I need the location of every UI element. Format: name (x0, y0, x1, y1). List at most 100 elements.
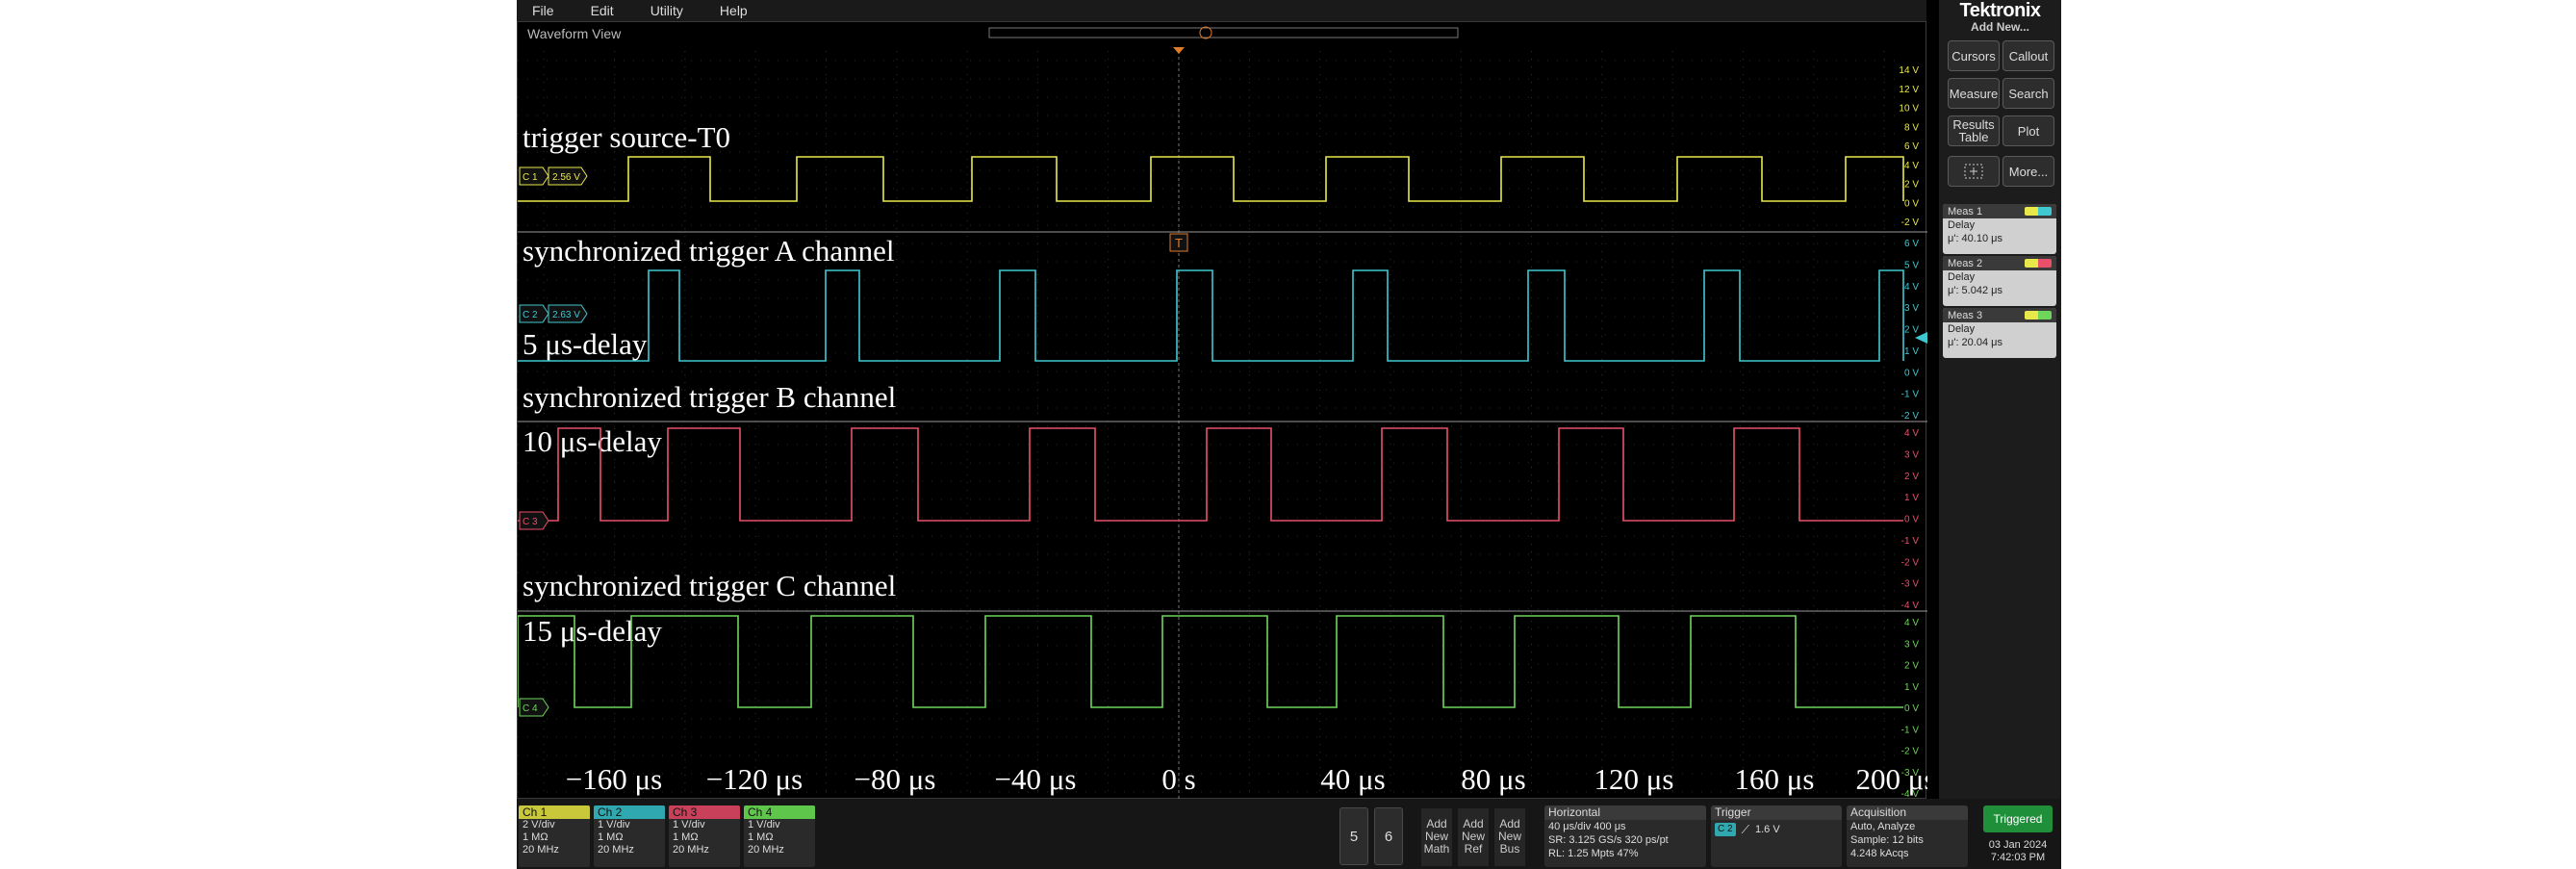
horizontal-title: Horizontal (1544, 805, 1706, 820)
ch4-title: Ch 4 (744, 805, 815, 819)
cursors-button[interactable]: Cursors (1948, 40, 2000, 71)
right-sidebar: Tektronix Add New... Cursors Callout Mea… (1939, 0, 2061, 869)
meas-1-badge[interactable]: Meas 1 Delay μ': 40.10 μs (1943, 204, 2056, 254)
ch1-bandwidth: 20 MHz (523, 844, 559, 856)
date-text: 03 Jan 2024 (1988, 839, 2048, 851)
acquisition-line-3: 4.248 kAcqs (1850, 848, 1909, 859)
record-overview-bar (988, 27, 1459, 38)
meas-2-badge[interactable]: Meas 2 Delay μ': 5.042 μs (1943, 256, 2056, 306)
horizontal-line-3: RL: 1.25 Mpts 47% (1548, 848, 1639, 859)
meas-2-title: Meas 2 (1948, 257, 1983, 269)
ch3-title: Ch 3 (669, 805, 740, 819)
ch3-impedance: 1 MΩ (673, 831, 699, 843)
horizontal-line-2: SR: 3.125 GS/s 320 ps/pt (1548, 834, 1669, 846)
scale-label-ch4: 3 V (1904, 639, 1919, 650)
bottom-settings-bar: Ch 1 2 V/div 1 MΩ 20 MHz Ch 2 1 V/div 1 … (517, 799, 2061, 869)
triggered-status: Triggered (1983, 805, 2053, 832)
plot-button[interactable]: Plot (2002, 115, 2054, 146)
scale-label-ch2: -1 V (1901, 390, 1920, 400)
ch4-vdiv: 1 V/div (748, 819, 780, 831)
scale-label-ch1: 10 V (1899, 104, 1919, 115)
time-tick-label: −40 μs (995, 762, 1077, 796)
meas-3-badge[interactable]: Meas 3 Delay μ': 20.04 μs (1943, 308, 2056, 358)
scale-label-ch4: -1 V (1901, 725, 1920, 735)
channel-marker-text-ch2: C 2 (523, 310, 538, 320)
scale-label-ch3: 0 V (1904, 515, 1919, 525)
ch2-impedance: 1 MΩ (598, 831, 624, 843)
menu-help[interactable]: Help (720, 3, 748, 18)
menu-bar: File Edit Utility Help (517, 0, 1926, 21)
datetime-display: 03 Jan 2024 7:42:03 PM (1983, 839, 2053, 864)
ch2-bandwidth: 20 MHz (598, 844, 634, 856)
scale-label-ch3: 2 V (1904, 472, 1919, 482)
scale-label-ch1: 4 V (1904, 161, 1919, 171)
panel-label-ch1: trigger source-T0 (523, 120, 730, 154)
ch6-button[interactable]: 6 (1374, 807, 1403, 865)
ch4-impedance: 1 MΩ (748, 831, 774, 843)
ch5-button[interactable]: 5 (1339, 807, 1368, 865)
scale-label-ch3: 3 V (1904, 449, 1919, 460)
measure-button[interactable]: Measure (1948, 78, 2000, 109)
channel-marker-text-ch4: C 4 (523, 703, 538, 714)
trigger-source-icon: C 2 (1715, 823, 1736, 836)
acquisition-line-1: Auto, Analyze (1850, 821, 1916, 832)
time-tick-label: −80 μs (854, 762, 936, 796)
menu-file[interactable]: File (532, 3, 554, 18)
time-tick-label: 0 s (1161, 762, 1195, 796)
add-new-math-button[interactable]: Add New Math (1421, 808, 1452, 866)
ch2-title: Ch 2 (594, 805, 665, 819)
oscilloscope-window: File Edit Utility Help Waveform View tri… (517, 0, 2061, 869)
scale-label-ch4: 1 V (1904, 682, 1919, 693)
scale-label-ch2: 2 V (1904, 325, 1919, 336)
waveform-view[interactable]: Waveform View trigger source-T0 C 1 2.56 V… (517, 21, 1927, 800)
ch4-badge[interactable]: Ch 4 1 V/div 1 MΩ 20 MHz (744, 805, 815, 867)
ch3-badge[interactable]: Ch 3 1 V/div 1 MΩ 20 MHz (669, 805, 740, 867)
scale-label-ch2: -2 V (1901, 411, 1920, 422)
acquisition-line-2: Sample: 12 bits (1850, 834, 1924, 846)
menu-edit[interactable]: Edit (591, 3, 614, 18)
zoom-box-button[interactable] (1948, 156, 2000, 187)
ch1-vdiv: 2 V/div (523, 819, 555, 831)
results-table-button[interactable]: Results Table (1948, 115, 2000, 146)
callout-button[interactable]: Callout (2002, 40, 2054, 71)
panel-sublabel-ch2: 5 μs-delay (523, 327, 648, 361)
ch2-vdiv: 1 V/div (598, 819, 630, 831)
scale-label-ch2: 4 V (1904, 282, 1919, 293)
horizontal-badge[interactable]: Horizontal 40 μs/div 400 μs SR: 3.125 GS… (1544, 805, 1706, 867)
channel-marker-text-ch3: C 3 (523, 517, 538, 527)
time-tick-label: −160 μs (566, 762, 662, 796)
scale-label-ch4: 0 V (1904, 703, 1919, 714)
add-new-bus-button[interactable]: Add New Bus (1494, 808, 1525, 866)
scale-label-ch4: -2 V (1901, 747, 1920, 757)
waveform-plot[interactable]: trigger source-T0 C 1 2.56 V 14 V 12 V 10 V 8 … (518, 22, 1927, 800)
search-button[interactable]: Search (2002, 78, 2054, 109)
more-button[interactable]: More... (2002, 156, 2054, 187)
ch1-badge[interactable]: Ch 1 2 V/div 1 MΩ 20 MHz (519, 805, 590, 867)
trigger-badge[interactable]: Trigger C 2 ⟋ 1.6 V (1711, 805, 1842, 867)
overview-trigger-icon (1199, 26, 1212, 39)
ch1-impedance: 1 MΩ (523, 831, 548, 843)
time-tick-label: 40 μs (1320, 762, 1385, 796)
ch3-vdiv: 1 V/div (673, 819, 705, 831)
panel-label-ch3: synchronized trigger B channel (523, 380, 896, 414)
menu-utility[interactable]: Utility (650, 3, 683, 18)
scale-label-ch2: 6 V (1904, 239, 1919, 249)
time-tick-label: 200 μs (1856, 762, 1927, 796)
scale-label-ch1: 2 V (1904, 180, 1919, 191)
scale-label-ch3: 4 V (1904, 428, 1919, 439)
meas-2-value: μ': 5.042 μs (1948, 285, 2002, 296)
acquisition-badge[interactable]: Acquisition Auto, Analyze Sample: 12 bit… (1847, 805, 1968, 867)
horizontal-line-1: 40 μs/div 400 μs (1548, 821, 1626, 832)
waveform-ch1 (518, 156, 1904, 202)
scale-label-ch1: 0 V (1904, 198, 1919, 209)
meas-3-source-icon (2025, 311, 2052, 319)
add-new-ref-button[interactable]: Add New Ref (1458, 808, 1489, 866)
scale-label-ch2: 5 V (1904, 260, 1919, 270)
trigger-title: Trigger (1711, 805, 1842, 820)
ch2-badge[interactable]: Ch 2 1 V/div 1 MΩ 20 MHz (594, 805, 665, 867)
meas-3-value: μ': 20.04 μs (1948, 337, 2002, 348)
panel-sublabel-ch4: 15 μs-delay (523, 614, 662, 648)
trigger-position-icon (1173, 47, 1185, 54)
trigger-level: 1.6 V (1754, 824, 1780, 835)
scale-label-ch3: -2 V (1901, 557, 1920, 568)
